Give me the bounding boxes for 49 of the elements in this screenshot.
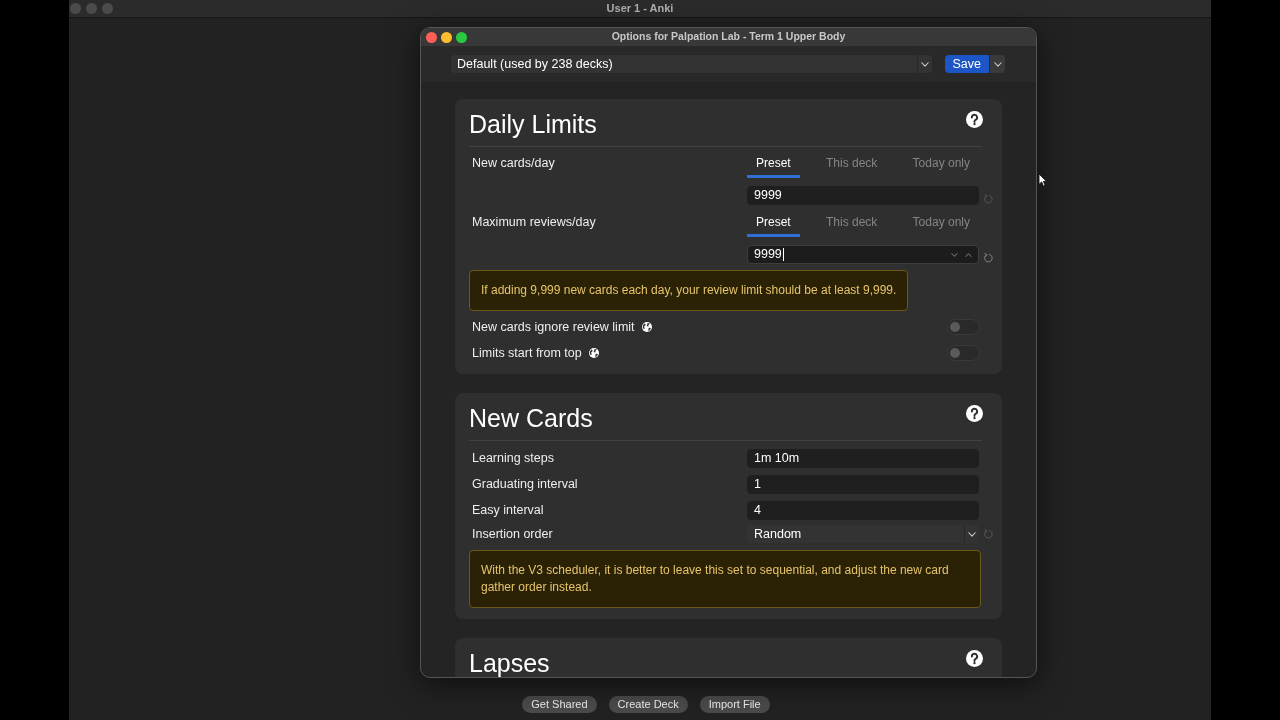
toggle-switch[interactable] [947, 345, 980, 361]
help-icon[interactable] [966, 111, 983, 128]
dialog-title: Options for Palpation Lab - Term 1 Upper Body [611, 29, 846, 45]
field-label: Easy interval [471, 503, 545, 517]
section-title: Lapses [469, 649, 550, 677]
number-input[interactable]: 9999 [747, 245, 979, 264]
save-options-button[interactable] [990, 55, 1005, 73]
tab[interactable]: Today only [903, 150, 979, 178]
section-title: Daily Limits [469, 110, 597, 138]
chevron-up-icon[interactable] [965, 252, 972, 257]
action-button[interactable]: Get Shared [522, 696, 597, 713]
preset-dropdown[interactable]: Default (used by 238 decks) [451, 55, 932, 73]
warning-message: If adding 9,999 new cards each day, your review limit should be at least 9,999. [469, 270, 909, 311]
field-label: Maximum reviews/day [471, 214, 597, 229]
window-title: User 1 - Anki [606, 1, 674, 17]
minimize-icon[interactable] [441, 31, 452, 43]
save-button[interactable]: Save [944, 55, 989, 73]
text-cursor-icon [782, 248, 784, 261]
help-icon[interactable] [966, 650, 983, 667]
text-input[interactable]: 1m 10m [747, 448, 979, 468]
field-label: New cards ignore review limit [472, 320, 635, 334]
field-label: Limits start from top [472, 346, 582, 360]
number-input[interactable]: 9999 [747, 186, 979, 205]
help-icon[interactable] [966, 405, 983, 422]
field-label: Insertion order [471, 527, 554, 541]
field-label: Graduating interval [471, 477, 579, 491]
chevron-down-icon [968, 531, 976, 537]
chevron-down-icon[interactable] [951, 252, 958, 257]
toggle-switch[interactable] [947, 319, 980, 335]
field-label: New cards/day [471, 155, 556, 170]
maximize-icon[interactable] [456, 31, 467, 43]
chevron-down-icon [993, 61, 1002, 67]
tab[interactable]: This deck [816, 209, 887, 237]
circular-arrow-icon[interactable] [983, 253, 993, 263]
dropdown-select[interactable]: Random [747, 525, 979, 543]
text-input[interactable]: 4 [747, 500, 979, 520]
close-icon[interactable] [426, 31, 437, 43]
tab[interactable]: Preset [747, 209, 800, 237]
tab[interactable]: Today only [903, 209, 979, 237]
section-title: New Cards [469, 404, 593, 432]
tab[interactable]: This deck [816, 150, 887, 178]
tab[interactable]: Preset [747, 150, 800, 178]
action-button[interactable]: Create Deck [608, 696, 688, 713]
field-label: Learning steps [471, 451, 555, 465]
mouse-pointer-icon [1038, 173, 1047, 187]
warning-message: With the V3 scheduler, it is better to leave this set to sequential, and adjust the new card gather order instead. [469, 550, 981, 608]
text-input[interactable]: 1 [747, 474, 979, 494]
action-button[interactable]: Import File [699, 696, 770, 713]
chevron-down-icon [920, 61, 929, 67]
